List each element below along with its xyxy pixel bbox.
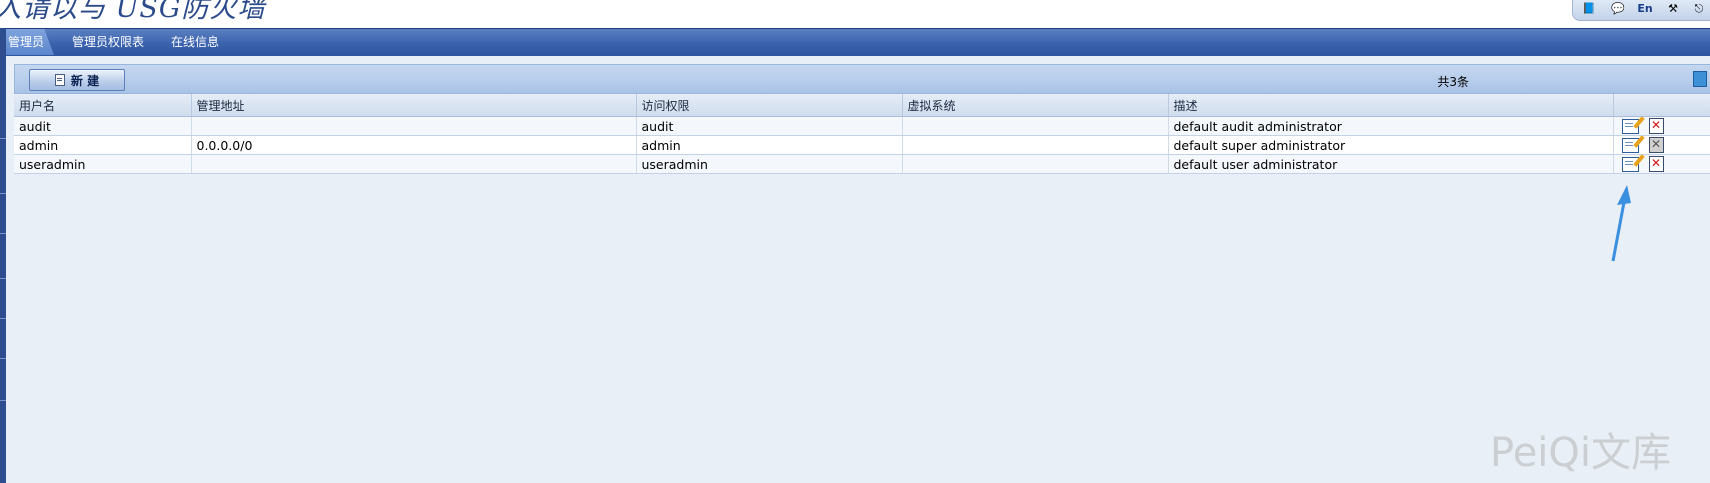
cell-vsys xyxy=(902,116,1169,136)
total-count: 共3条 xyxy=(1437,75,1469,89)
export-icon[interactable] xyxy=(1693,71,1707,87)
cell-description: default user administrator xyxy=(1168,154,1614,174)
tab-admin[interactable]: 管理员 xyxy=(0,29,54,55)
cell-address: 0.0.0.0/0 xyxy=(191,135,637,155)
table-row[interactable]: useradmin useradmin default user adminis… xyxy=(14,154,1710,174)
cell-operations: ✕ xyxy=(1613,135,1710,155)
table-header-row: 用户名 管理地址 访问权限 虚拟系统 描述 xyxy=(14,94,1710,117)
cell-operations: ✕ xyxy=(1613,154,1710,174)
cell-access: admin xyxy=(636,135,903,155)
column-header-vsys[interactable]: 虚拟系统 xyxy=(902,94,1169,117)
logout-icon[interactable]: ⎋ xyxy=(1691,2,1707,16)
language-en-icon[interactable]: En xyxy=(1637,2,1653,16)
column-header-operations xyxy=(1613,94,1710,117)
help-book-icon[interactable]: 📘 xyxy=(1581,2,1597,16)
watermark: PeiQi文库 xyxy=(1490,430,1672,476)
column-header-address[interactable]: 管理地址 xyxy=(191,94,637,117)
edit-icon[interactable] xyxy=(1621,156,1639,172)
edit-icon[interactable] xyxy=(1621,118,1639,134)
cell-description: default audit administrator xyxy=(1168,116,1614,136)
new-button[interactable]: 新 建 xyxy=(29,69,125,91)
admin-table: 用户名 管理地址 访问权限 虚拟系统 描述 audit audit defaul… xyxy=(14,94,1710,174)
column-header-access[interactable]: 访问权限 xyxy=(636,94,903,117)
tab-label: 管理员权限表 xyxy=(72,35,145,49)
tab-label: 管理员 xyxy=(8,35,45,49)
product-title: 入请以与 USG防火墙 xyxy=(0,0,266,24)
table-row[interactable]: audit audit default audit administrator … xyxy=(14,116,1710,136)
delete-icon[interactable]: ✕ xyxy=(1648,118,1664,134)
cell-access: audit xyxy=(636,116,903,136)
tab-bar: 管理员 管理员权限表 在线信息 xyxy=(0,28,1710,56)
cell-vsys xyxy=(902,135,1169,155)
tools-icon[interactable]: ⚒ xyxy=(1665,2,1681,16)
annotation-arrow xyxy=(1611,185,1631,262)
content-area: 新 建 共3条 用户名 管理地址 访问权限 虚拟系统 描述 audit audi… xyxy=(6,56,1710,483)
list-toolbar: 新 建 共3条 xyxy=(14,64,1710,94)
cell-access: useradmin xyxy=(636,154,903,174)
cell-address xyxy=(191,154,637,174)
edit-icon[interactable] xyxy=(1621,137,1639,153)
header-toolbox: 📘 💬 En ⚒ ⎋ xyxy=(1572,0,1710,21)
tab-label: 在线信息 xyxy=(171,35,220,49)
new-document-icon xyxy=(54,74,65,86)
cell-operations: ✕ xyxy=(1613,116,1710,136)
delete-icon-disabled: ✕ xyxy=(1648,137,1664,153)
cell-username: admin xyxy=(14,135,192,155)
table-row[interactable]: admin 0.0.0.0/0 admin default super admi… xyxy=(14,135,1710,155)
cell-username: audit xyxy=(14,116,192,136)
admin-list-panel: 新 建 共3条 用户名 管理地址 访问权限 虚拟系统 描述 audit audi… xyxy=(14,64,1710,244)
cell-address xyxy=(191,116,637,136)
cell-vsys xyxy=(902,154,1169,174)
column-header-description[interactable]: 描述 xyxy=(1168,94,1614,117)
column-header-username[interactable]: 用户名 xyxy=(14,94,192,117)
header: 入请以与 USG防火墙 📘 💬 En ⚒ ⎋ xyxy=(0,0,1710,28)
delete-icon[interactable]: ✕ xyxy=(1648,156,1664,172)
cell-description: default super administrator xyxy=(1168,135,1614,155)
message-icon[interactable]: 💬 xyxy=(1610,2,1626,16)
new-button-label: 新 建 xyxy=(70,73,100,88)
cell-username: useradmin xyxy=(14,154,192,174)
tab-admin-permissions[interactable]: 管理员权限表 xyxy=(72,29,144,55)
tab-online-info[interactable]: 在线信息 xyxy=(171,29,219,55)
